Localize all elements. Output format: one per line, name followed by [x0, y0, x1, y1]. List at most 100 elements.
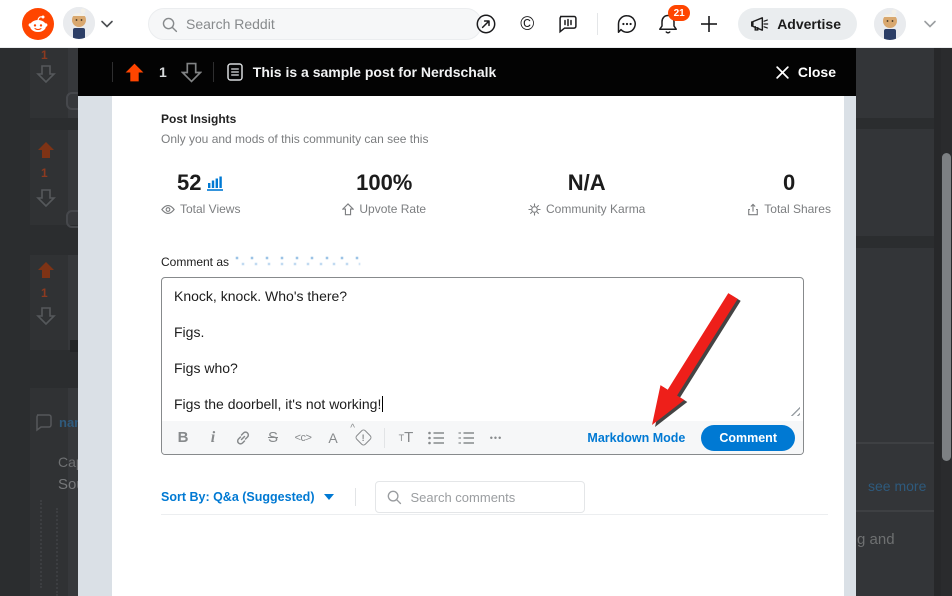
- stat-total-shares: 0 Total Shares: [747, 170, 831, 216]
- screen: 1 1 1 nam Cap Sou see more g and: [0, 0, 952, 596]
- account-avatar[interactable]: [874, 8, 906, 40]
- comment-search-box[interactable]: [375, 481, 585, 513]
- bg-upvote-icon: [36, 260, 56, 280]
- bg-divider: [856, 510, 934, 512]
- bg-downvote-icon: [36, 64, 56, 84]
- inline-code-icon[interactable]: <c>: [288, 425, 318, 451]
- post-insights-subtitle: Only you and mods of this community can …: [161, 132, 844, 146]
- stat-value: N/A: [568, 170, 606, 196]
- post-modal-body: Post Insights Only you and mods of this …: [78, 96, 856, 596]
- close-label: Close: [798, 64, 836, 80]
- more-options-icon[interactable]: •••: [481, 425, 511, 451]
- search-input[interactable]: [186, 16, 446, 32]
- sort-by-dropdown[interactable]: Sort By: Q&a (Suggested): [161, 490, 334, 504]
- megaphone-icon: [750, 15, 769, 33]
- comment-line: Figs the doorbell, it's not working!: [174, 386, 791, 422]
- comments-bar: Sort By: Q&a (Suggested): [161, 481, 844, 513]
- bg-vote-count: 1: [41, 166, 48, 180]
- bg-see-more-link: see more: [868, 478, 926, 494]
- comment-editor: Knock, knock. Who's there? Figs. Figs wh…: [161, 277, 804, 455]
- markdown-mode-link[interactable]: Markdown Mode: [587, 431, 685, 445]
- stat-value: 100%: [356, 170, 412, 196]
- notification-badge: 21: [668, 5, 690, 21]
- comment-line: Figs.: [174, 314, 791, 350]
- text-cursor: [382, 396, 383, 412]
- stat-label: Upvote Rate: [359, 202, 426, 216]
- bg-comment-bubble-icon: [33, 412, 53, 432]
- comment-search-input[interactable]: [411, 490, 571, 505]
- stat-community-karma: N/A: [528, 170, 645, 216]
- create-post-plus-icon[interactable]: [697, 12, 721, 36]
- numbered-list-icon[interactable]: [451, 425, 481, 451]
- downvote-icon[interactable]: [181, 62, 202, 83]
- header-divider: [213, 62, 214, 82]
- coins-icon[interactable]: ©: [515, 12, 539, 36]
- comment-line: Knock, knock. Who's there?: [174, 278, 791, 314]
- chevron-down-icon[interactable]: [100, 17, 114, 31]
- close-button[interactable]: Close: [775, 48, 836, 96]
- stat-label: Total Views: [180, 202, 240, 216]
- insights-stats-row: 52: [161, 170, 831, 216]
- top-navbar: © 21 Adve: [0, 0, 952, 48]
- scrollbar-gutter: [934, 48, 941, 596]
- stat-value: 52: [177, 170, 201, 196]
- strikethrough-icon[interactable]: S: [258, 425, 288, 451]
- post-insights-title: Post Insights: [161, 96, 844, 126]
- editor-toolbar: B i S <c> A^ !: [162, 421, 803, 454]
- superscript-icon[interactable]: A^: [318, 425, 348, 451]
- bg-thread-line: [56, 508, 58, 596]
- avatar-image: [63, 7, 95, 39]
- post-vote-count: 1: [159, 64, 167, 80]
- scrollbar-thumb[interactable]: [942, 153, 951, 461]
- upvote-icon[interactable]: [124, 62, 145, 83]
- comment-as-row: Comment as: [161, 254, 844, 269]
- nav-divider: [597, 13, 598, 35]
- bg-vote-count: 1: [41, 48, 48, 62]
- bar-chart-icon[interactable]: [206, 174, 224, 192]
- bg-right-card: [856, 48, 934, 118]
- share-icon: [747, 203, 759, 216]
- bg-upvote-icon: [36, 140, 56, 160]
- bg-downvote-icon: [36, 188, 56, 208]
- bg-text-fragment: g and: [857, 531, 895, 548]
- reddit-logo[interactable]: [22, 8, 54, 40]
- header-divider: [112, 62, 113, 82]
- comments-divider: [161, 514, 828, 515]
- chevron-down-icon[interactable]: [923, 17, 937, 31]
- italic-icon[interactable]: i: [198, 425, 228, 451]
- search-icon: [386, 489, 402, 505]
- toolbar-divider: [384, 428, 385, 448]
- comment-submit-button[interactable]: Comment: [701, 425, 795, 451]
- bold-icon[interactable]: B: [168, 425, 198, 451]
- user-avatar[interactable]: [63, 7, 95, 39]
- eye-icon: [161, 204, 175, 215]
- comment-textarea[interactable]: Knock, knock. Who's there? Figs. Figs wh…: [162, 278, 803, 422]
- stat-label: Total Shares: [764, 202, 831, 216]
- karma-icon: [528, 203, 541, 216]
- bulleted-list-icon[interactable]: [421, 425, 451, 451]
- link-icon[interactable]: [228, 425, 258, 451]
- popular-icon[interactable]: [474, 12, 498, 36]
- close-icon: [775, 65, 790, 80]
- upvote-outline-icon: [342, 203, 354, 216]
- heading-icon[interactable]: TT: [391, 425, 421, 451]
- snoo-icon: [27, 13, 49, 35]
- stat-label: Community Karma: [546, 202, 645, 216]
- search-icon: [161, 16, 178, 33]
- post-title: This is a sample post for Nerdschalk: [253, 64, 497, 80]
- notifications-bell-icon[interactable]: 21: [656, 12, 680, 36]
- vertical-divider: [355, 488, 356, 506]
- bg-vote-count: 1: [41, 286, 48, 300]
- advertise-button[interactable]: Advertise: [738, 8, 857, 40]
- redacted-username[interactable]: [234, 254, 360, 269]
- comment-line: Figs who?: [174, 350, 791, 386]
- chat-icon[interactable]: [615, 12, 639, 36]
- post-document-icon: [227, 63, 243, 81]
- post-modal-header: 1 This is a sample post for Nerdschalk C…: [78, 48, 856, 96]
- bg-downvote-icon: [36, 306, 56, 326]
- talk-icon[interactable]: [556, 12, 580, 36]
- bg-thread-line: [40, 500, 42, 588]
- search-bar[interactable]: [148, 8, 482, 40]
- caret-down-icon: [324, 494, 334, 500]
- sort-by-label: Sort By: Q&a (Suggested): [161, 490, 315, 504]
